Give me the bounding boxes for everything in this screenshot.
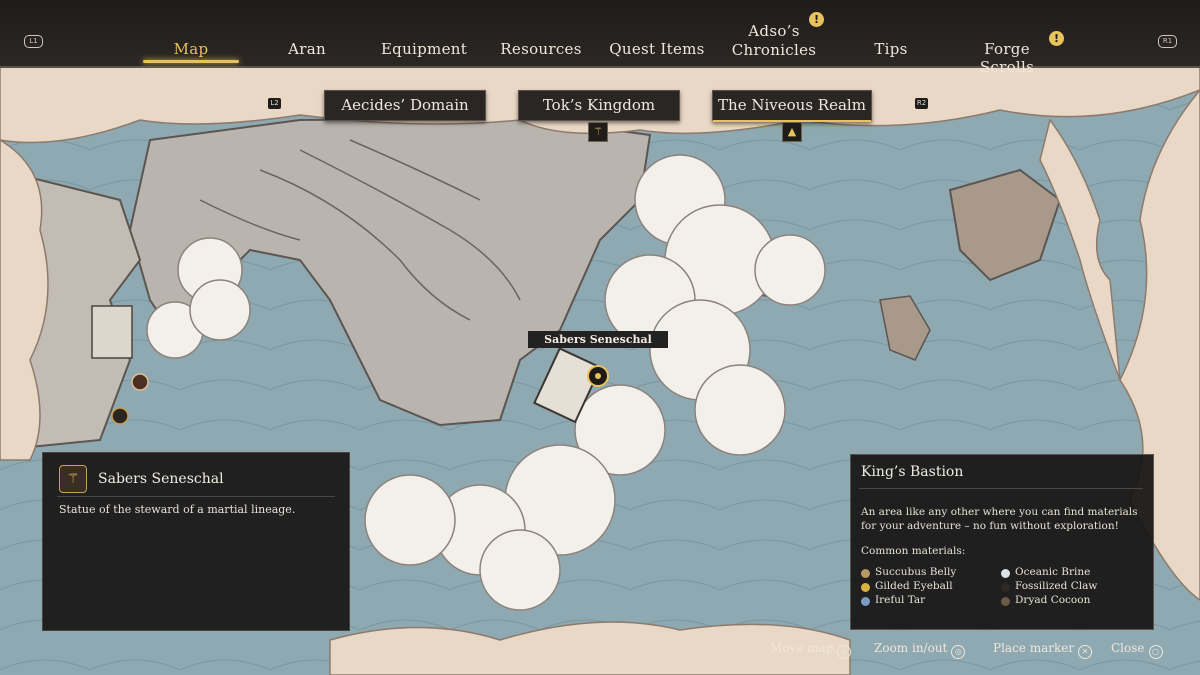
ireful-tar-icon bbox=[861, 597, 870, 606]
current-location-arrow-icon: ▲ bbox=[782, 122, 802, 142]
alert-icon: ! bbox=[1049, 31, 1064, 46]
area-info-panel: King’s Bastion An area like any other wh… bbox=[850, 454, 1154, 630]
tab-adsos-chronicles[interactable]: Adso’s Chronicles bbox=[722, 22, 826, 60]
material-item: Fossilized Claw bbox=[1001, 580, 1097, 592]
toks-kingdom-emblem-icon: ⚚ bbox=[588, 122, 608, 142]
statue-marker-icon[interactable] bbox=[111, 407, 129, 425]
statue-icon: ⚚ bbox=[59, 465, 87, 493]
dryad-cocoon-icon bbox=[1001, 597, 1010, 606]
area-description: An area like any other where you can fin… bbox=[861, 506, 1138, 532]
active-tab-indicator bbox=[143, 60, 239, 63]
right-shoulder-button-icon: R1 bbox=[1158, 35, 1177, 48]
zoom-prompt[interactable]: Zoom in/out ◎ bbox=[874, 641, 966, 659]
material-item: Dryad Cocoon bbox=[1001, 594, 1090, 606]
material-item: Gilded Eyeball bbox=[861, 580, 953, 592]
divider bbox=[859, 488, 1143, 489]
region-tab-toks-kingdom[interactable]: Tok’s Kingdom bbox=[518, 90, 680, 121]
tab-resources[interactable]: Resources bbox=[494, 40, 588, 58]
tab-map[interactable]: Map bbox=[143, 40, 239, 58]
selected-marker-panel: ⚚ Sabers Seneschal Statue of the steward… bbox=[42, 452, 350, 631]
marker-title: Sabers Seneschal bbox=[98, 471, 224, 487]
material-item: Succubus Belly bbox=[861, 566, 956, 578]
tab-quest-items[interactable]: Quest Items bbox=[608, 40, 706, 58]
close-prompt[interactable]: Close ○ bbox=[1111, 641, 1163, 659]
r2-button-icon: R2 bbox=[915, 98, 928, 109]
tab-adsos-chronicles-line2: Chronicles bbox=[731, 41, 817, 59]
map-marker-label: Sabers Seneschal bbox=[528, 331, 668, 348]
region-tab-aecides-domain[interactable]: Aecides’ Domain bbox=[324, 90, 486, 121]
common-materials-label: Common materials: bbox=[861, 545, 966, 557]
tab-tips[interactable]: Tips bbox=[858, 40, 924, 58]
cross-button-icon: ✕ bbox=[1078, 645, 1093, 659]
fossilized-claw-icon bbox=[1001, 583, 1010, 592]
tab-forge-scrolls[interactable]: Forge Scrolls bbox=[956, 40, 1058, 76]
gilded-eyeball-icon bbox=[861, 583, 870, 592]
oceanic-brine-icon bbox=[1001, 569, 1010, 578]
area-title: King’s Bastion bbox=[861, 464, 964, 480]
region-tab-niveous-realm[interactable]: The Niveous Realm bbox=[712, 90, 872, 122]
top-navigation-bar: L1 Map Aran Equipment Resources Quest It… bbox=[0, 0, 1200, 76]
tab-equipment[interactable]: Equipment bbox=[376, 40, 472, 58]
shrine-marker-icon[interactable] bbox=[131, 373, 149, 391]
divider bbox=[57, 496, 335, 497]
left-shoulder-button-icon: L1 bbox=[24, 35, 43, 48]
l2-button-icon: L2 bbox=[268, 98, 281, 109]
circle-button-icon: ○ bbox=[1148, 645, 1163, 659]
tab-aran[interactable]: Aran bbox=[270, 40, 344, 58]
marker-description: Statue of the steward of a martial linea… bbox=[59, 503, 296, 516]
move-map-prompt[interactable]: Move map ◎ bbox=[770, 641, 852, 659]
material-item: Oceanic Brine bbox=[1001, 566, 1090, 578]
left-stick-icon: ◎ bbox=[837, 645, 852, 659]
right-stick-icon: ◎ bbox=[951, 645, 966, 659]
alert-icon: ! bbox=[809, 12, 824, 27]
succubus-belly-icon bbox=[861, 569, 870, 578]
material-item: Ireful Tar bbox=[861, 594, 925, 606]
place-marker-prompt[interactable]: Place marker ✕ bbox=[993, 641, 1093, 659]
